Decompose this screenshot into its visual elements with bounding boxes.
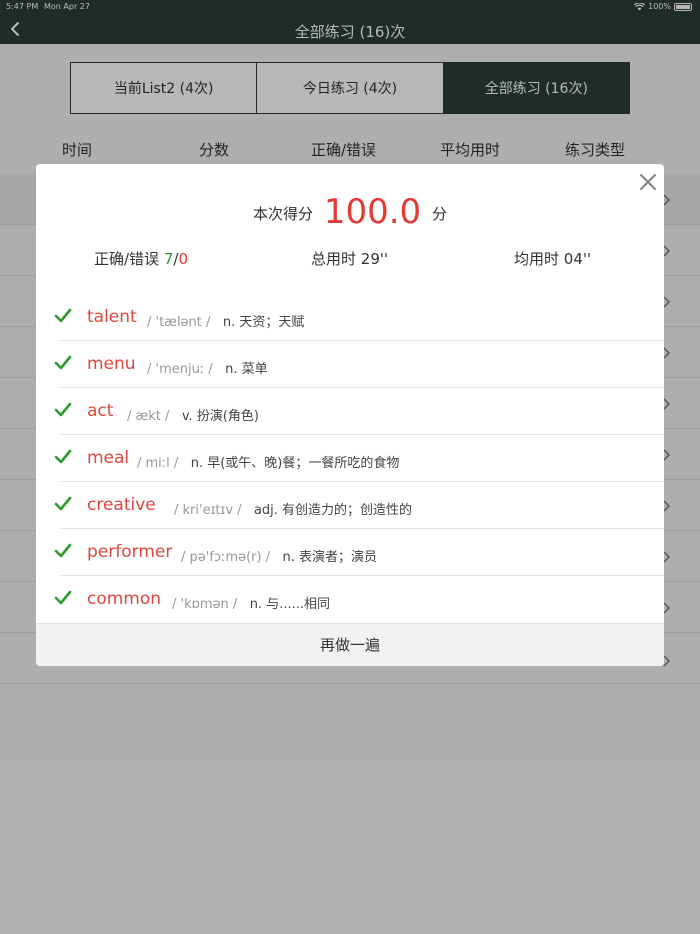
word-detail: / 'tælənt / n. 天资；天赋	[147, 311, 304, 330]
word-text: creative	[87, 495, 156, 515]
word-meaning: n. 菜单	[225, 362, 268, 377]
word-row[interactable]: creative / kri'eɪtɪv / adj. 有创造力的；创造性的	[36, 482, 664, 529]
word-ipa: / 'menjuː /	[147, 362, 213, 377]
word-ipa: / 'kɒmən /	[172, 597, 238, 612]
stat-correct-wrong: 正确/错误 7/0	[94, 248, 188, 269]
checkmark-icon	[54, 496, 72, 511]
word-meaning: n. 天资；天赋	[222, 315, 305, 330]
score-value: 100.0	[323, 192, 422, 232]
stat-correct-count: 7	[163, 250, 174, 268]
word-row[interactable]: common / 'kɒmən / n. 与......相同	[36, 576, 664, 623]
word-detail: / ækt / v. 扮演(角色)	[127, 405, 259, 424]
word-ipa: / pə'fɔːmə(r) /	[181, 550, 271, 565]
word-row[interactable]: performer / pə'fɔːmə(r) / n. 表演者；演员	[36, 529, 664, 576]
word-text: performer	[87, 542, 173, 562]
word-ipa: / ækt /	[127, 409, 170, 424]
checkmark-icon	[54, 449, 72, 464]
word-detail: / pə'fɔːmə(r) / n. 表演者；演员	[181, 546, 377, 565]
word-list: talent / 'tælənt / n. 天资；天赋 menu / 'menj…	[36, 294, 664, 623]
checkmark-icon	[54, 355, 72, 370]
score-line: 本次得分 100.0 分	[36, 192, 664, 232]
stat-correct-label: 正确/错误	[94, 250, 160, 268]
word-meaning: n. 表演者；演员	[282, 550, 378, 565]
stat-avg-time: 均用时 04''	[514, 248, 591, 269]
word-ipa: / miːl /	[137, 456, 179, 471]
checkmark-icon	[54, 402, 72, 417]
word-row[interactable]: menu / 'menjuː / n. 菜单	[36, 341, 664, 388]
checkmark-icon	[54, 590, 72, 605]
result-dialog: 本次得分 100.0 分 正确/错误 7/0 总用时 29'' 均用时 04''…	[36, 164, 664, 666]
word-detail: / 'menjuː / n. 菜单	[147, 358, 268, 377]
stats-row: 正确/错误 7/0 总用时 29'' 均用时 04''	[36, 248, 664, 270]
score-prefix: 本次得分	[253, 205, 314, 223]
word-row[interactable]: act / ækt / v. 扮演(角色)	[36, 388, 664, 435]
word-text: talent	[87, 307, 137, 327]
word-text: act	[87, 401, 114, 421]
stat-avg-value: 04''	[563, 250, 592, 268]
checkmark-icon	[54, 308, 72, 323]
word-detail: / kri'eɪtɪv / adj. 有创造力的；创造性的	[174, 499, 412, 518]
word-meaning: n. 与......相同	[249, 597, 330, 612]
stat-total-value: 29''	[360, 250, 389, 268]
word-text: meal	[87, 448, 130, 468]
word-row[interactable]: meal / miːl / n. 早(或午、晚)餐；一餐所吃的食物	[36, 435, 664, 482]
stat-total-time: 总用时 29''	[311, 248, 388, 269]
score-suffix: 分	[431, 205, 447, 223]
word-meaning: adj. 有创造力的；创造性的	[253, 503, 413, 518]
stat-wrong-count: 0	[178, 250, 188, 268]
word-ipa: / 'tælənt /	[147, 315, 211, 330]
word-meaning: n. 早(或午、晚)餐；一餐所吃的食物	[190, 456, 400, 471]
word-detail: / miːl / n. 早(或午、晚)餐；一餐所吃的食物	[137, 452, 399, 471]
stat-avg-label: 均用时	[514, 250, 560, 268]
word-detail: / 'kɒmən / n. 与......相同	[172, 593, 330, 612]
word-text: common	[87, 589, 162, 609]
checkmark-icon	[54, 543, 72, 558]
word-text: menu	[87, 354, 136, 374]
word-meaning: v. 扮演(角色)	[181, 409, 259, 424]
close-icon[interactable]	[638, 172, 658, 192]
word-row[interactable]: talent / 'tælənt / n. 天资；天赋	[36, 294, 664, 341]
word-ipa: / kri'eɪtɪv /	[174, 503, 242, 518]
stat-total-label: 总用时	[311, 250, 357, 268]
redo-button[interactable]: 再做一遍	[36, 623, 664, 666]
